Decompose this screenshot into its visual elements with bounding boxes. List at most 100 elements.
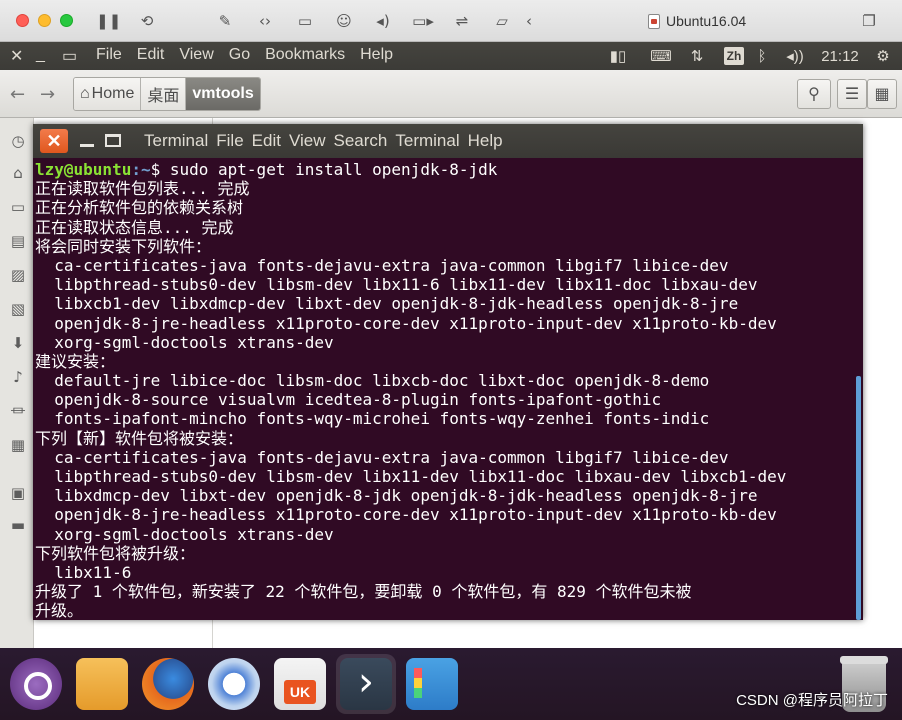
- terminal-maximize-button[interactable]: [105, 134, 121, 147]
- menu-file[interactable]: File: [96, 46, 122, 64]
- terminal-line: libpthread-stubs0-dev libsm-dev libx11-d…: [35, 467, 787, 486]
- terminal-line: xorg-sgml-doctools xtrans-dev: [35, 524, 334, 544]
- menu-go[interactable]: Go: [229, 46, 250, 64]
- documents-icon[interactable]: ▧: [9, 300, 27, 318]
- hdd-icon[interactable]: ▭: [294, 11, 316, 31]
- vm-window-toolbar: ❚❚ ⟲ ✎ ‹› ▭ ☺ ◂) ▭▸ ⇌ ▱ ‹ Ubuntu16.04 ❐: [0, 0, 902, 42]
- terminal-menu-edit[interactable]: Edit: [252, 131, 281, 151]
- pause-icon[interactable]: ❚❚: [96, 11, 121, 31]
- terminal-output[interactable]: lzy@ubuntu:~$ sudo apt-get install openj…: [33, 158, 863, 620]
- terminal-scrollbar[interactable]: [856, 376, 861, 620]
- terminal-window: ✕ Terminal File Edit View Search Termina…: [33, 124, 863, 620]
- ubuntu-dash-icon: [10, 658, 62, 710]
- terminal-minimize-button[interactable]: [79, 129, 97, 153]
- search-icon: ⚲: [808, 84, 820, 103]
- breadcrumb-home[interactable]: ⌂ Home: [74, 78, 142, 110]
- file-manager-sidebar: ◷ ⌂ ▭ ▤ ▨ ▧ ⬇ ♪ ⏛ ▦ ▣ ▬: [0, 118, 34, 648]
- close-icon: ✕: [46, 131, 62, 151]
- clock[interactable]: 21:12: [818, 46, 862, 66]
- input-method-indicator[interactable]: Zh: [724, 47, 744, 65]
- sound-icon[interactable]: ◂): [372, 11, 394, 31]
- terminal-line: 将会同时安装下列软件：: [35, 236, 212, 256]
- code-icon[interactable]: ‹›: [254, 11, 276, 31]
- videos-icon[interactable]: ▤: [9, 232, 27, 250]
- panel-close-icon[interactable]: ✕: [10, 46, 23, 66]
- home-icon: ⌂: [80, 85, 90, 102]
- terminal-close-button[interactable]: ✕: [40, 129, 68, 153]
- panel-restore-icon[interactable]: ▭: [62, 46, 77, 66]
- terminal-menu-view[interactable]: View: [289, 131, 326, 151]
- desktop-icon[interactable]: ▭: [9, 198, 27, 216]
- breadcrumb-desktop[interactable]: 桌面: [141, 78, 187, 110]
- terminal-line: libpthread-stubs0-dev libsm-dev libx11-6…: [35, 275, 758, 295]
- files-icon: [76, 658, 128, 710]
- forward-arrow-icon[interactable]: →: [40, 84, 55, 105]
- dock-apps[interactable]: [402, 654, 462, 714]
- panel-minimize-icon[interactable]: _: [36, 46, 45, 64]
- firefox-icon: [142, 658, 194, 710]
- breadcrumb-home-label: Home: [91, 85, 135, 102]
- terminal-menu-search[interactable]: Search: [334, 131, 388, 151]
- apps-icon: [406, 658, 458, 710]
- menu-edit[interactable]: Edit: [137, 46, 165, 64]
- music-icon[interactable]: ♪: [9, 368, 27, 386]
- keyboard-icon[interactable]: ⌨: [650, 46, 672, 66]
- bluetooth-icon[interactable]: ᛒ: [754, 46, 770, 66]
- downloads-icon[interactable]: ⬇: [9, 334, 27, 352]
- prompt-symbol: $: [150, 160, 170, 179]
- terminal-line: openjdk-8-jre-headless x11proto-core-dev…: [35, 505, 777, 525]
- menu-view[interactable]: View: [179, 46, 213, 64]
- terminal-line: default-jre libice-doc libsm-doc libxcb-…: [35, 371, 710, 391]
- zoom-window-button[interactable]: [60, 14, 73, 27]
- search-button[interactable]: ⚲: [797, 79, 831, 109]
- folder-share-icon[interactable]: ▱: [491, 11, 513, 31]
- back-chevron-icon[interactable]: ‹: [518, 11, 540, 31]
- connect-server-icon[interactable]: ▬: [9, 516, 27, 534]
- battery-icon[interactable]: ▮▯: [606, 46, 630, 66]
- dock-ubuntu-dash[interactable]: [6, 654, 66, 714]
- minimize-window-button[interactable]: [38, 14, 51, 27]
- volume-icon[interactable]: ◂)): [782, 46, 808, 66]
- list-view-button[interactable]: ☰: [837, 79, 867, 109]
- dock-firefox[interactable]: [138, 654, 198, 714]
- close-window-button[interactable]: [16, 14, 29, 27]
- menu-help[interactable]: Help: [360, 46, 393, 64]
- command-text: sudo apt-get install openjdk-8-jdk: [169, 160, 498, 179]
- launcher-dock: CSDN @程序员阿拉丁: [0, 648, 902, 720]
- usb-icon[interactable]: ⇌: [451, 11, 473, 31]
- network-icon[interactable]: ⇅: [686, 46, 708, 66]
- back-arrow-icon[interactable]: ←: [10, 84, 25, 105]
- terminal-line: ca-certificates-java fonts-dejavu-extra …: [35, 255, 729, 275]
- terminal-line: ca-certificates-java fonts-dejavu-extra …: [35, 447, 729, 467]
- dock-web-browser[interactable]: [204, 654, 264, 714]
- terminal-line: openjdk-8-jre-headless x11proto-core-dev…: [35, 313, 777, 333]
- grid-view-button[interactable]: ▦: [867, 79, 897, 109]
- gear-icon[interactable]: ⚙: [872, 46, 894, 66]
- trash-place-icon[interactable]: ⏛: [9, 402, 27, 420]
- home-place-icon[interactable]: ⌂: [9, 164, 27, 182]
- menu-bookmarks[interactable]: Bookmarks: [265, 46, 345, 64]
- terminal-line: libx11-6: [35, 562, 132, 582]
- breadcrumb-vmtools[interactable]: vmtools: [186, 78, 260, 110]
- breadcrumb: ⌂ Home 桌面 vmtools: [73, 77, 261, 111]
- network-place-icon[interactable]: ▣: [9, 484, 27, 502]
- fullscreen-icon[interactable]: ❐: [858, 11, 880, 31]
- pictures-icon[interactable]: ▨: [9, 266, 27, 284]
- other-places-icon[interactable]: ▦: [9, 436, 27, 454]
- terminal-menu-file[interactable]: File: [216, 131, 243, 151]
- recent-icon[interactable]: ◷: [9, 132, 27, 150]
- terminal-title: Terminal: [144, 131, 209, 150]
- dock-software-store[interactable]: [270, 654, 330, 714]
- terminal-line: 升级了 1 个软件包，新安装了 22 个软件包，要卸载 0 个软件包，有 829…: [35, 582, 692, 602]
- camera-icon[interactable]: ▭▸: [412, 11, 434, 31]
- dock-terminal[interactable]: [336, 654, 396, 714]
- user-icon[interactable]: ☺: [333, 11, 355, 31]
- terminal-menu-help[interactable]: Help: [468, 131, 503, 151]
- terminal-menubar: Terminal File Edit View Search Terminal …: [144, 131, 503, 151]
- global-menu: File Edit View Go Bookmarks Help: [96, 46, 393, 64]
- dock-files[interactable]: [72, 654, 132, 714]
- snapshot-icon[interactable]: ⟲: [136, 11, 158, 31]
- settings-wrench-icon[interactable]: ✎: [214, 11, 236, 31]
- terminal-menu-terminal[interactable]: Terminal: [395, 131, 459, 151]
- terminal-line: fonts-ipafont-mincho fonts-wqy-microhei …: [35, 409, 710, 429]
